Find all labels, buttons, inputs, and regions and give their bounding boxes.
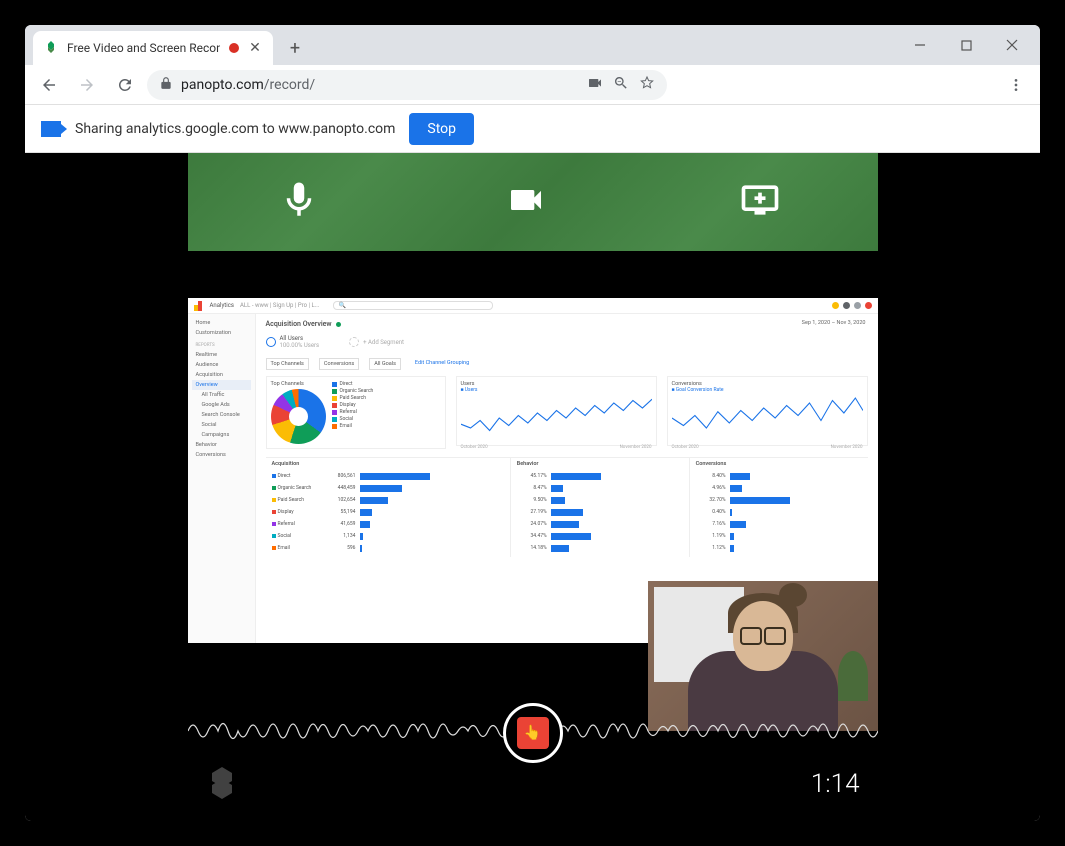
zoom-icon[interactable] [613, 75, 629, 95]
reload-button[interactable] [109, 69, 141, 101]
sidebar-item[interactable]: Acquisition [192, 370, 251, 380]
browser-tab[interactable]: Free Video and Screen Recor ✕ [33, 31, 273, 65]
sidebar-item[interactable]: Conversions [192, 450, 251, 460]
sidebar-item[interactable]: Social [192, 420, 251, 430]
lock-icon [159, 76, 173, 94]
stop-sharing-button[interactable]: Stop [409, 113, 474, 145]
analytics-search[interactable]: 🔍 [333, 301, 493, 310]
video-camera-icon[interactable] [500, 180, 552, 224]
new-tab-button[interactable]: + [281, 34, 309, 62]
users-line-chart: Users ■ Users October 2020November 2020 [456, 376, 657, 446]
recorder-stage: Analytics ALL - www | Sign Up | Pro | L.… [188, 153, 878, 821]
analytics-view-label: ALL - www | Sign Up | Pro | L... [240, 302, 319, 309]
sidebar-item[interactable]: Behavior [192, 440, 251, 450]
minimize-button[interactable] [906, 31, 934, 59]
sidebar-item[interactable]: Google Ads [192, 400, 251, 410]
sidebar-item[interactable]: All Traffic [192, 390, 251, 400]
stop-recording-button[interactable]: 👆 [503, 703, 563, 763]
share-message: Sharing analytics.google.com to www.pano… [75, 121, 395, 137]
close-window-button[interactable] [998, 31, 1026, 59]
recording-indicator-icon [229, 43, 239, 53]
page-content: Analytics ALL - www | Sign Up | Pro | L.… [25, 153, 1040, 821]
microphone-icon[interactable] [278, 176, 320, 228]
webcam-preview[interactable] [648, 581, 878, 731]
sidebar-item[interactable]: Campaigns [192, 430, 251, 440]
recorder-source-toolbar [188, 153, 878, 251]
cursor-pointer-icon: 👆 [524, 725, 541, 741]
sidebar-item[interactable]: Search Console [192, 410, 251, 420]
share-icon [41, 121, 61, 137]
conversions-line-chart: Conversions ■ Goal Conversion Rate Octob… [667, 376, 868, 446]
channels-table: Acquisition Direct806,561 Organic Search… [266, 457, 868, 557]
maximize-button[interactable] [952, 31, 980, 59]
url-text: panopto.com/record/ [181, 77, 315, 93]
sidebar-item[interactable]: Realtime [192, 350, 251, 360]
address-bar: panopto.com/record/ [25, 65, 1040, 105]
screen-share-add-icon[interactable] [733, 178, 787, 226]
sidebar-item[interactable]: Home [192, 318, 251, 328]
camera-icon[interactable] [587, 75, 603, 95]
url-input[interactable]: panopto.com/record/ [147, 70, 667, 100]
tab-title: Free Video and Screen Recor [67, 41, 221, 55]
report-title: Acquisition Overview [266, 320, 868, 328]
panopto-logo-icon [202, 763, 242, 803]
back-button[interactable] [33, 69, 65, 101]
browser-titlebar: Free Video and Screen Recor ✕ + [25, 25, 1040, 65]
forward-button[interactable] [71, 69, 103, 101]
tab-close-button[interactable]: ✕ [247, 40, 263, 56]
sidebar-item-overview[interactable]: Overview [192, 380, 251, 390]
analytics-sidebar: Home Customization REPORTS Realtime Audi… [188, 314, 256, 643]
window-controls [898, 25, 1034, 65]
channels-pie-chart: Top Channels Direct Organic Search Paid … [266, 376, 446, 449]
browser-window: Free Video and Screen Recor ✕ + panopto.… [25, 25, 1040, 821]
browser-menu-button[interactable] [1000, 69, 1032, 101]
analytics-product-label: Analytics [210, 302, 234, 309]
sidebar-item[interactable]: Customization [192, 328, 251, 338]
tab-favicon [43, 40, 59, 56]
tab-top-channels[interactable]: Top Channels [266, 358, 309, 370]
date-range[interactable]: Sep 1, 2020 – Nov 3, 2020 [802, 320, 866, 326]
screen-share-infobar: Sharing analytics.google.com to www.pano… [25, 105, 1040, 153]
sidebar-item[interactable]: Audience [192, 360, 251, 370]
star-icon[interactable] [639, 75, 655, 95]
recording-timer: 1:14 [811, 769, 860, 799]
